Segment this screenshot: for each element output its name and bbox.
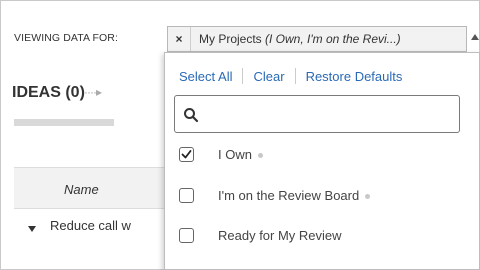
arrow-icon: ····▸ <box>84 85 102 99</box>
status-dot-icon <box>365 193 371 199</box>
option-label: Ready for My Review <box>218 228 342 243</box>
checkbox-unchecked[interactable] <box>179 227 194 243</box>
dropdown-actions: Select All Clear Restore Defaults <box>179 68 402 84</box>
caret-down-icon[interactable] <box>28 226 36 232</box>
idea-name[interactable]: Reduce call w <box>50 218 131 233</box>
search-icon <box>183 107 199 123</box>
checkbox-unchecked[interactable] <box>179 187 194 203</box>
option-text: I Own <box>218 146 252 162</box>
restore-defaults-link[interactable]: Restore Defaults <box>306 69 403 84</box>
divider <box>242 68 244 84</box>
checkbox-checked[interactable] <box>179 146 194 162</box>
filter-tag-italic: (I Own, I'm on the Revi...) <box>265 32 401 46</box>
filter-dropdown: Select All Clear Restore Defaults I Own … <box>164 52 480 270</box>
collapse-caret-icon[interactable] <box>471 34 479 40</box>
option-label: I Own <box>218 147 263 162</box>
check-icon <box>181 149 192 158</box>
ideas-heading: IDEAS (0) <box>12 84 85 101</box>
close-icon[interactable]: × <box>168 27 191 51</box>
option-label: I'm on the Review Board <box>218 187 371 203</box>
select-all-link[interactable]: Select All <box>179 69 232 84</box>
table-row[interactable]: Reduce call w <box>14 218 174 238</box>
search-box[interactable] <box>174 95 460 133</box>
filter-tag-label: My Projects (I Own, I'm on the Revi...) <box>191 32 401 46</box>
project-filter-tag[interactable]: × My Projects (I Own, I'm on the Revi...… <box>167 26 467 52</box>
option-i-own[interactable]: I Own <box>179 143 263 165</box>
option-text: Ready for My Review <box>218 227 342 243</box>
viewing-data-label: VIEWING DATA FOR: <box>14 32 118 44</box>
column-header-name[interactable]: Name <box>64 182 99 197</box>
divider <box>294 68 296 84</box>
loading-placeholder-bar <box>14 119 114 126</box>
clear-link[interactable]: Clear <box>253 69 284 84</box>
filter-tag-main: My Projects <box>199 32 266 46</box>
table-header: Name <box>14 167 174 209</box>
option-review-board[interactable]: I'm on the Review Board <box>179 184 371 206</box>
search-input[interactable] <box>205 102 457 128</box>
status-dot-icon <box>257 152 263 158</box>
option-ready-for-review[interactable]: Ready for My Review <box>179 224 342 246</box>
option-text: I'm on the Review Board <box>218 187 360 203</box>
